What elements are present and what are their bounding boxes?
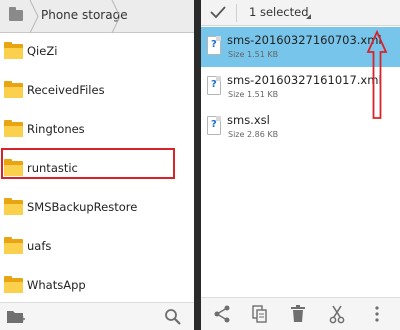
breadcrumb: Phone storage xyxy=(0,0,194,33)
folder-row[interactable]: ReceivedFiles xyxy=(0,73,194,112)
left-toolbar xyxy=(0,302,194,330)
unknown-file-icon: ? xyxy=(207,76,221,95)
unknown-file-icon: ? xyxy=(207,116,221,135)
folder-name: runtastic xyxy=(27,161,78,175)
folder-list: QieZi ReceivedFiles Ringtones runtastic … xyxy=(0,34,194,307)
file-size: Size 1.51 KB xyxy=(228,50,279,59)
search-icon[interactable] xyxy=(164,308,182,326)
annotation-arrow-icon xyxy=(366,30,388,119)
new-folder-icon[interactable] xyxy=(6,308,26,326)
unknown-file-icon: ? xyxy=(207,36,221,55)
more-icon[interactable] xyxy=(367,304,387,324)
cut-icon[interactable] xyxy=(327,304,347,324)
breadcrumb-home[interactable] xyxy=(0,0,32,33)
dropdown-indicator-icon[interactable] xyxy=(306,14,311,19)
file-name: sms.xsl xyxy=(227,113,270,127)
right-toolbar xyxy=(201,297,400,330)
folder-name: SMSBackupRestore xyxy=(27,200,138,214)
folder-row[interactable]: runtastic xyxy=(0,151,194,190)
pane-divider xyxy=(194,0,201,330)
right-pane: 1 selected ? sms-20160327160703.xml Size… xyxy=(201,0,400,330)
file-size: Size 1.51 KB xyxy=(228,90,279,99)
chevron-right-icon xyxy=(29,0,39,33)
folder-icon xyxy=(4,276,23,293)
folder-icon xyxy=(4,198,23,215)
chevron-right-icon xyxy=(111,0,121,33)
file-name: sms-20160327161017.xml xyxy=(227,73,382,87)
file-name: sms-20160327160703.xml xyxy=(227,33,382,47)
divider xyxy=(236,4,237,22)
selection-bar: 1 selected xyxy=(201,0,400,26)
folder-icon xyxy=(4,237,23,254)
folder-name: ReceivedFiles xyxy=(27,83,105,97)
folder-name: WhatsApp xyxy=(27,278,86,292)
folder-name: QieZi xyxy=(27,44,58,58)
folder-row[interactable]: QieZi xyxy=(0,34,194,73)
folder-icon xyxy=(9,7,23,21)
folder-icon xyxy=(4,120,23,137)
folder-icon xyxy=(4,81,23,98)
file-size: Size 2.86 KB xyxy=(228,130,279,139)
folder-icon xyxy=(4,159,23,176)
folder-name: uafs xyxy=(27,239,52,253)
check-icon[interactable] xyxy=(210,5,226,19)
folder-row[interactable]: Ringtones xyxy=(0,112,194,151)
folder-row[interactable]: uafs xyxy=(0,229,194,268)
share-icon[interactable] xyxy=(212,304,232,324)
copy-icon[interactable] xyxy=(250,304,270,324)
left-pane: Phone storage QieZi ReceivedFiles Ringto… xyxy=(0,0,194,330)
folder-icon xyxy=(4,42,23,59)
folder-row[interactable]: SMSBackupRestore xyxy=(0,190,194,229)
folder-name: Ringtones xyxy=(27,122,85,136)
delete-icon[interactable] xyxy=(288,304,308,324)
selected-count[interactable]: 1 selected xyxy=(249,5,309,19)
